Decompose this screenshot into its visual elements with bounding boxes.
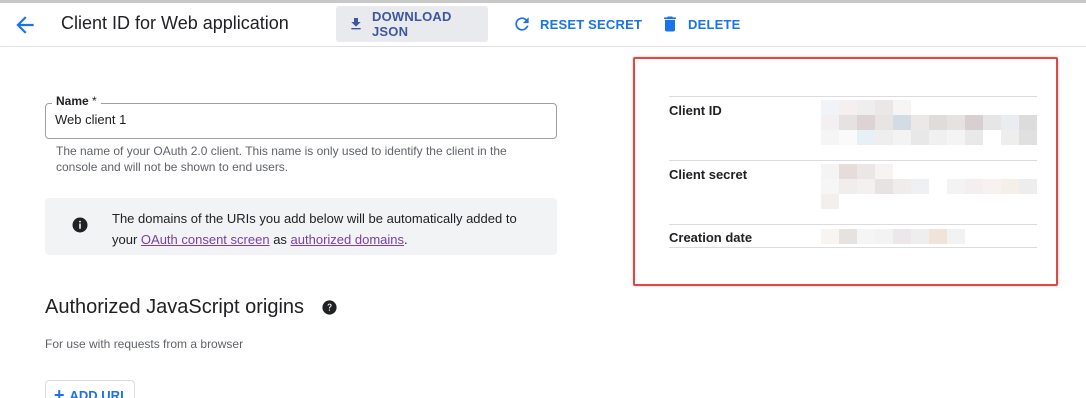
creation-date-key: Creation date: [669, 230, 753, 245]
info-icon: [72, 217, 88, 233]
authorized-domains-link[interactable]: authorized domains: [291, 232, 404, 247]
reset-secret-button[interactable]: RESET SECRET: [500, 6, 654, 42]
delete-label: DELETE: [688, 16, 741, 32]
client-id-key: Client ID: [669, 103, 722, 118]
trash-icon: [664, 16, 676, 32]
client-id-value-redacted: [821, 100, 1037, 145]
client-id-row: Client ID: [669, 96, 1037, 160]
page-header: Client ID for Web application DOWNLOAD J…: [0, 3, 1086, 47]
client-secret-key: Client secret: [669, 167, 748, 182]
client-secret-value-redacted: [821, 164, 1037, 209]
back-arrow-icon[interactable]: [12, 12, 38, 38]
add-uri-label: ADD URI: [69, 387, 124, 398]
add-uri-button[interactable]: + ADD URI: [45, 380, 135, 398]
banner-text-middle: as: [273, 232, 287, 247]
creation-date-value-redacted: [821, 229, 965, 244]
delete-button[interactable]: DELETE: [648, 6, 752, 42]
client-secret-row: Client secret: [669, 160, 1037, 224]
name-input[interactable]: [55, 112, 545, 127]
oauth-consent-screen-link[interactable]: OAuth consent screen: [141, 232, 270, 247]
banner-text-end: .: [404, 232, 408, 247]
section-subtitle-origins: For use with requests from a browser: [45, 337, 244, 351]
name-label-text: Name: [56, 94, 89, 108]
plus-icon: +: [54, 384, 65, 398]
info-banner: The domains of the URIs you add below wi…: [45, 198, 557, 255]
client-info-panel: Client ID Client secret Creation date: [669, 96, 1037, 248]
page-title: Client ID for Web application: [61, 13, 289, 33]
name-field-label: Name *: [52, 94, 101, 108]
download-json-button[interactable]: DOWNLOAD JSON: [336, 6, 488, 42]
refresh-icon: [515, 17, 529, 31]
download-icon: [351, 18, 361, 30]
name-field-hint: The name of your OAuth 2.0 client. This …: [56, 144, 507, 174]
creation-date-row: Creation date: [669, 224, 1037, 248]
required-mark: *: [92, 94, 97, 108]
download-json-label: DOWNLOAD JSON: [372, 9, 452, 39]
reset-secret-label: RESET SECRET: [540, 16, 643, 32]
banner-text: The domains of the URIs you add below wi…: [112, 208, 542, 250]
section-title-origins: Authorized JavaScript origins: [45, 296, 305, 318]
help-icon[interactable]: [321, 299, 338, 316]
